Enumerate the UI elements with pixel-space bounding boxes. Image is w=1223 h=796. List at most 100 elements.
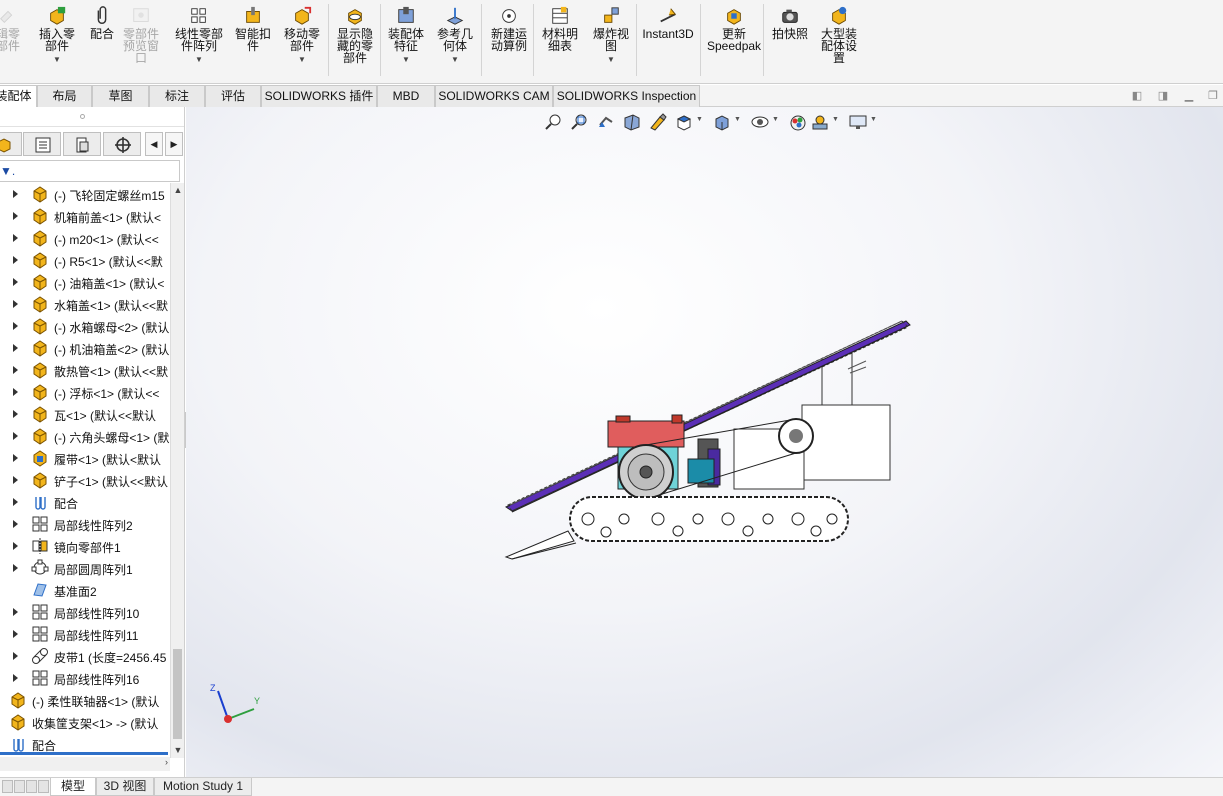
minimize-icon[interactable]: ▁ bbox=[1180, 88, 1198, 104]
chevron-down-icon[interactable]: ▼ bbox=[434, 54, 476, 66]
tree-item[interactable]: 局部线性阵列2 bbox=[0, 513, 170, 535]
take-snapshot-button[interactable]: 拍快照 bbox=[769, 6, 811, 40]
insert-component-button[interactable]: 插入零 部件 ▼ bbox=[36, 6, 78, 66]
tree-item[interactable]: 镜向零部件1 bbox=[0, 535, 170, 557]
tree-item[interactable]: 局部线性阵列10 bbox=[0, 601, 170, 623]
view-settings-icon[interactable] bbox=[848, 113, 868, 131]
move-component-button[interactable]: 移动零 部件 ▼ bbox=[280, 6, 324, 66]
expand-arrow-icon[interactable] bbox=[13, 674, 18, 682]
tree-item[interactable]: (-) m20<1> (默认<< bbox=[0, 227, 170, 249]
scroll-down-icon[interactable]: ▼ bbox=[171, 743, 185, 757]
expand-arrow-icon[interactable] bbox=[13, 410, 18, 418]
expand-arrow-icon[interactable] bbox=[13, 454, 18, 462]
tab-3[interactable]: 标注 bbox=[149, 85, 205, 107]
tree-item[interactable]: (-) 油箱盖<1> (默认< bbox=[0, 271, 170, 293]
rollback-bar[interactable] bbox=[0, 752, 168, 755]
expand-arrow-icon[interactable] bbox=[13, 256, 18, 264]
restore-icon[interactable]: ❐ bbox=[1204, 88, 1222, 104]
tab-7[interactable]: SOLIDWORKS CAM bbox=[435, 85, 553, 107]
scroll-right-icon[interactable]: › bbox=[165, 757, 168, 767]
expand-arrow-icon[interactable] bbox=[13, 300, 18, 308]
scroll-up-icon[interactable]: ▲ bbox=[171, 183, 185, 197]
apply-scene-dropdown-icon[interactable]: ▼ bbox=[832, 116, 839, 123]
edit-component-button[interactable]: 辑零 部件 bbox=[0, 6, 26, 52]
new-motion-study-button[interactable]: 新建运 动算例 bbox=[486, 6, 532, 52]
assembly-features-button[interactable]: 装配体 特征 ▼ bbox=[385, 6, 427, 66]
dimxpert-tab[interactable] bbox=[103, 132, 141, 156]
panel-tabs-right-arrow[interactable]: ▶ bbox=[165, 132, 183, 156]
view-settings-dropdown-icon[interactable]: ▼ bbox=[870, 116, 877, 123]
tree-filter[interactable]: ▼. bbox=[0, 160, 180, 182]
tab-6[interactable]: MBD bbox=[377, 85, 435, 107]
configuration-manager-tab[interactable] bbox=[63, 132, 101, 156]
zoom-to-fit-icon[interactable] bbox=[544, 113, 564, 131]
section-view-icon[interactable] bbox=[622, 113, 642, 131]
graphics-area[interactable]: ▼ ▼ ▼ ▼ ▼ Z Y bbox=[186, 107, 1223, 777]
expand-arrow-icon[interactable] bbox=[13, 652, 18, 660]
crawler-machine-model[interactable] bbox=[498, 309, 918, 569]
tab-5[interactable]: SOLIDWORKS 插件 bbox=[261, 85, 377, 107]
dynamic-annotation-icon[interactable] bbox=[648, 113, 668, 131]
display-style-dropdown-icon[interactable]: ▼ bbox=[734, 116, 741, 123]
expand-arrow-icon[interactable] bbox=[13, 278, 18, 286]
tab-0[interactable]: 装配体 bbox=[0, 85, 37, 107]
show-hidden-button[interactable]: 显示隐 藏的零 部件 bbox=[332, 6, 378, 64]
tree-item[interactable]: 水箱盖<1> (默认<<默 bbox=[0, 293, 170, 315]
expand-arrow-icon[interactable] bbox=[13, 542, 18, 550]
smart-fasteners-button[interactable]: 智能扣 件 bbox=[231, 6, 275, 52]
view-orientation-icon[interactable] bbox=[674, 113, 694, 131]
linear-pattern-button[interactable]: 线性零部 件阵列 ▼ bbox=[170, 6, 228, 66]
panel-tabs-left-arrow[interactable]: ◀ bbox=[145, 132, 163, 156]
expand-arrow-icon[interactable] bbox=[13, 366, 18, 374]
tab-8[interactable]: SOLIDWORKS Inspection bbox=[553, 85, 700, 107]
hide-show-items-icon[interactable] bbox=[750, 113, 770, 131]
tree-item[interactable]: 履带<1> (默认<默认 bbox=[0, 447, 170, 469]
tree-item[interactable]: 散热管<1> (默认<<默 bbox=[0, 359, 170, 381]
chevron-down-icon[interactable]: ▼ bbox=[385, 54, 427, 66]
expand-arrow-icon[interactable] bbox=[13, 476, 18, 484]
display-style-icon[interactable] bbox=[712, 113, 732, 131]
tree-horizontal-scrollbar[interactable]: › bbox=[0, 757, 170, 771]
mate-button[interactable]: 配合 bbox=[85, 6, 119, 40]
expand-arrow-icon[interactable] bbox=[13, 520, 18, 528]
apply-scene-icon[interactable] bbox=[810, 113, 830, 131]
expand-arrow-icon[interactable] bbox=[13, 498, 18, 506]
expand-arrow-icon[interactable] bbox=[13, 564, 18, 572]
scroll-thumb[interactable] bbox=[173, 649, 182, 739]
tree-item[interactable]: (-) 飞轮固定螺丝m15 bbox=[0, 183, 170, 205]
last-tab-nav[interactable] bbox=[38, 780, 49, 793]
tree-item[interactable]: 机箱前盖<1> (默认< bbox=[0, 205, 170, 227]
chevron-down-icon[interactable]: ▼ bbox=[280, 54, 324, 66]
previous-view-icon[interactable] bbox=[596, 113, 616, 131]
expand-arrow-icon[interactable] bbox=[13, 322, 18, 330]
tree-item[interactable]: 瓦<1> (默认<<默认 bbox=[0, 403, 170, 425]
expand-arrow-icon[interactable] bbox=[13, 344, 18, 352]
bottom-tab-2[interactable]: Motion Study 1 bbox=[154, 778, 252, 796]
tree-item[interactable]: (-) 六角头螺母<1> (默 bbox=[0, 425, 170, 447]
tree-item[interactable]: (-) 机油箱盖<2> (默认 bbox=[0, 337, 170, 359]
component-preview-button[interactable]: 零部件 预览窗 口 bbox=[119, 6, 163, 64]
chevron-down-icon[interactable]: ▼ bbox=[36, 54, 78, 66]
expand-arrow-icon[interactable] bbox=[13, 234, 18, 242]
chevron-down-icon[interactable]: ▼ bbox=[170, 54, 228, 66]
panel-grip[interactable] bbox=[0, 107, 184, 127]
tree-item[interactable]: 局部线性阵列16 bbox=[0, 667, 170, 689]
tree-item[interactable]: (-) 水箱螺母<2> (默认 bbox=[0, 315, 170, 337]
bill-of-materials-button[interactable]: 材料明 细表 bbox=[538, 6, 582, 52]
property-manager-tab[interactable] bbox=[23, 132, 61, 156]
expand-arrow-icon[interactable] bbox=[13, 630, 18, 638]
bottom-tab-0[interactable]: 模型 bbox=[50, 778, 96, 796]
large-assembly-button[interactable]: 大型装 配体设 置 bbox=[816, 6, 862, 64]
reference-geometry-button[interactable]: 参考几 何体 ▼ bbox=[434, 6, 476, 66]
tree-item[interactable]: (-) R5<1> (默认<<默 bbox=[0, 249, 170, 271]
first-tab-nav[interactable] bbox=[2, 780, 13, 793]
next-tab-nav[interactable] bbox=[26, 780, 37, 793]
tree-item[interactable]: (-) 柔性联轴器<1> (默认 bbox=[0, 689, 170, 711]
zoom-to-area-icon[interactable] bbox=[570, 113, 590, 131]
tree-item[interactable]: 铲子<1> (默认<<默认 bbox=[0, 469, 170, 491]
tile-right-icon[interactable]: ◨ bbox=[1154, 88, 1172, 104]
tab-4[interactable]: 评估 bbox=[205, 85, 261, 107]
hide-show-dropdown-icon[interactable]: ▼ bbox=[772, 116, 779, 123]
tile-left-icon[interactable]: ◧ bbox=[1128, 88, 1146, 104]
edit-appearance-icon[interactable] bbox=[788, 113, 808, 131]
